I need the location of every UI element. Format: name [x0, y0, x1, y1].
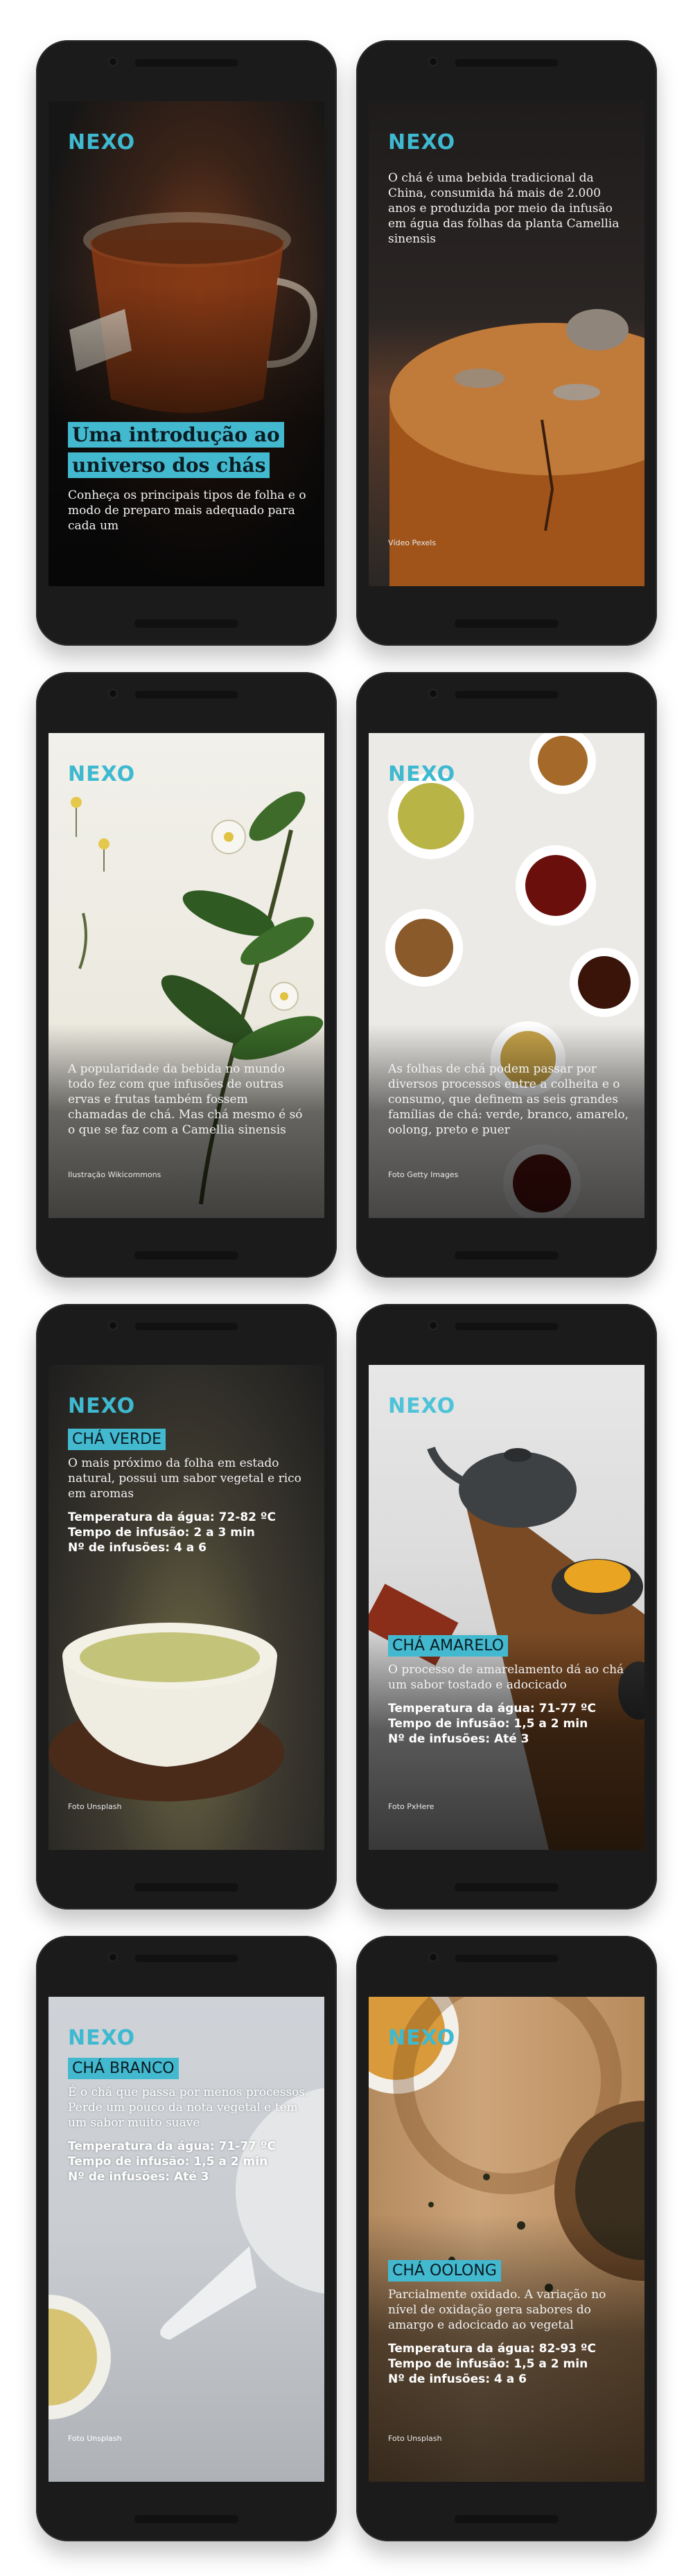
- media-credit: Foto Unsplash: [68, 2434, 122, 2443]
- bottom-speaker: [455, 2515, 559, 2523]
- front-camera: [108, 689, 118, 698]
- phone-mockup-3: NEXO A popularidade da bebida no mundo t…: [36, 672, 337, 1278]
- earpiece-speaker: [455, 58, 559, 67]
- tea-type-tag: CHÁ VERDE: [68, 1429, 166, 1450]
- water-temperature: Temperatura da água: 72-82 ºC: [68, 1510, 276, 1524]
- story-slide-oolong-tea[interactable]: NEXO CHÁ OOLONG Parcialmente oxidado. A …: [369, 1997, 644, 2482]
- brewing-stats: Temperatura da água: 71-77 ºC Tempo de i…: [388, 1701, 629, 1747]
- earpiece-speaker: [455, 690, 559, 698]
- families-text: As folhas de chá podem passar por divers…: [388, 1062, 629, 1137]
- phone-mockup-4: NEXO As folhas de chá podem passar por d…: [356, 672, 657, 1278]
- media-credit: Foto Unsplash: [388, 2434, 442, 2443]
- camellia-text: A popularidade da bebida no mundo todo f…: [68, 1062, 303, 1137]
- oolong-tea-content: CHÁ OOLONG Parcialmente oxidado. A varia…: [388, 2260, 629, 2387]
- tea-description: O mais próximo da folha em estado natura…: [68, 1456, 301, 1501]
- front-camera: [108, 57, 118, 67]
- nexo-logo: NEXO: [68, 762, 136, 786]
- bottom-speaker: [455, 619, 559, 628]
- brewing-stats: Temperatura da água: 71-77 ºC Tempo de i…: [68, 2139, 309, 2185]
- tea-type-tag: CHÁ OOLONG: [388, 2260, 501, 2282]
- phone-mockup-5: NEXO CHÁ VERDE O mais próximo da folha e…: [36, 1304, 337, 1909]
- infusion-time: Tempo de infusão: 1,5 a 2 min: [388, 1717, 588, 1731]
- phone-mockup-2: NEXO O chá é uma bebida tradicional da C…: [356, 40, 657, 646]
- intro-content: Uma introdução ao universo dos chás Conh…: [68, 420, 309, 533]
- story-slide-camellia[interactable]: NEXO A popularidade da bebida no mundo t…: [49, 733, 324, 1218]
- front-camera: [108, 1321, 118, 1330]
- earpiece-speaker: [134, 1954, 238, 1962]
- tea-type-tag: CHÁ AMARELO: [388, 1635, 509, 1657]
- infusion-time: Tempo de infusão: 1,5 a 2 min: [68, 2155, 268, 2169]
- story-slide-white-tea[interactable]: NEXO CHÁ BRANCO É o chá que passa por me…: [49, 1997, 324, 2482]
- nexo-logo: NEXO: [68, 1394, 136, 1418]
- tea-description: É o chá que passa por menos processos. P…: [68, 2085, 309, 2130]
- infusion-count: Nº de infusões: 4 a 6: [388, 2372, 527, 2386]
- nexo-logo: NEXO: [388, 130, 456, 155]
- brewing-stats: Temperatura da água: 82-93 ºC Tempo de i…: [388, 2341, 629, 2387]
- media-credit: Foto Getty Images: [388, 1170, 459, 1179]
- nexo-logo: NEXO: [68, 130, 136, 155]
- story-slide-families[interactable]: NEXO As folhas de chá podem passar por d…: [369, 733, 644, 1218]
- front-camera: [428, 1952, 438, 1962]
- earpiece-speaker: [134, 690, 238, 698]
- green-tea-content: CHÁ VERDE O mais próximo da folha em est…: [68, 1429, 309, 1555]
- yellow-tea-content: CHÁ AMARELO O processo de amarelamento d…: [388, 1635, 629, 1747]
- story-slide-history[interactable]: NEXO O chá é uma bebida tradicional da C…: [369, 101, 644, 586]
- media-credit: Foto PxHere: [388, 1802, 435, 1811]
- media-credit: Foto Unsplash: [68, 1802, 122, 1811]
- earpiece-speaker: [455, 1322, 559, 1330]
- front-camera: [428, 57, 438, 67]
- earpiece-speaker: [455, 1954, 559, 1962]
- intro-description: Conheça os principais tipos de folha e o…: [68, 488, 306, 533]
- story-slide-yellow-tea[interactable]: NEXO CHÁ AMARELO O processo de amarelame…: [369, 1365, 644, 1850]
- phone-mockup-8: NEXO CHÁ OOLONG Parcialmente oxidado. A …: [356, 1936, 657, 2541]
- phone-mockup-7: NEXO CHÁ BRANCO É o chá que passa por me…: [36, 1936, 337, 2541]
- families-content: As folhas de chá podem passar por divers…: [388, 1061, 629, 1138]
- nexo-logo: NEXO: [388, 2026, 456, 2050]
- camellia-content: A popularidade da bebida no mundo todo f…: [68, 1061, 309, 1138]
- bottom-speaker: [134, 1251, 238, 1260]
- front-camera: [428, 689, 438, 698]
- bottom-speaker: [455, 1251, 559, 1260]
- history-text: O chá é uma bebida tradicional da China,…: [388, 171, 620, 246]
- nexo-logo: NEXO: [388, 1394, 456, 1418]
- media-credit: Ilustração Wikicommons: [68, 1170, 161, 1179]
- phone-mockup-6: NEXO CHÁ AMARELO O processo de amarelame…: [356, 1304, 657, 1909]
- phone-mockup-1: NEXO Uma introdução ao universo dos chás…: [36, 40, 337, 646]
- page-title: Uma introdução ao universo dos chás: [68, 422, 284, 478]
- infusion-count: Nº de infusões: 4 a 6: [68, 1541, 207, 1555]
- front-camera: [108, 1952, 118, 1962]
- front-camera: [428, 1321, 438, 1330]
- infusion-count: Nº de infusões: Até 3: [388, 1732, 529, 1746]
- bottom-speaker: [134, 619, 238, 628]
- white-tea-content: CHÁ BRANCO É o chá que passa por menos p…: [68, 2058, 309, 2185]
- brewing-stats: Temperatura da água: 72-82 ºC Tempo de i…: [68, 1510, 309, 1555]
- story-slide-green-tea[interactable]: NEXO CHÁ VERDE O mais próximo da folha e…: [49, 1365, 324, 1850]
- earpiece-speaker: [134, 58, 238, 67]
- tea-description: Parcialmente oxidado. A variação no níve…: [388, 2288, 606, 2332]
- tea-description: O processo de amarelamento dá ao chá um …: [388, 1663, 624, 1692]
- infusion-time: Tempo de infusão: 2 a 3 min: [68, 1526, 255, 1540]
- water-temperature: Temperatura da água: 71-77 ºC: [68, 2140, 276, 2153]
- nexo-logo: NEXO: [388, 762, 456, 786]
- bottom-speaker: [455, 1883, 559, 1891]
- water-temperature: Temperatura da água: 82-93 ºC: [388, 2342, 596, 2356]
- earpiece-speaker: [134, 1322, 238, 1330]
- story-slide-intro[interactable]: NEXO Uma introdução ao universo dos chás…: [49, 101, 324, 586]
- media-credit: Vídeo Pexels: [388, 538, 437, 547]
- nexo-logo: NEXO: [68, 2026, 136, 2050]
- history-content: O chá é uma bebida tradicional da China,…: [388, 170, 629, 247]
- bottom-speaker: [134, 2515, 238, 2523]
- infusion-time: Tempo de infusão: 1,5 a 2 min: [388, 2357, 588, 2371]
- water-temperature: Temperatura da água: 71-77 ºC: [388, 1702, 596, 1715]
- tea-type-tag: CHÁ BRANCO: [68, 2058, 179, 2079]
- infusion-count: Nº de infusões: Até 3: [68, 2170, 209, 2184]
- bottom-speaker: [134, 1883, 238, 1891]
